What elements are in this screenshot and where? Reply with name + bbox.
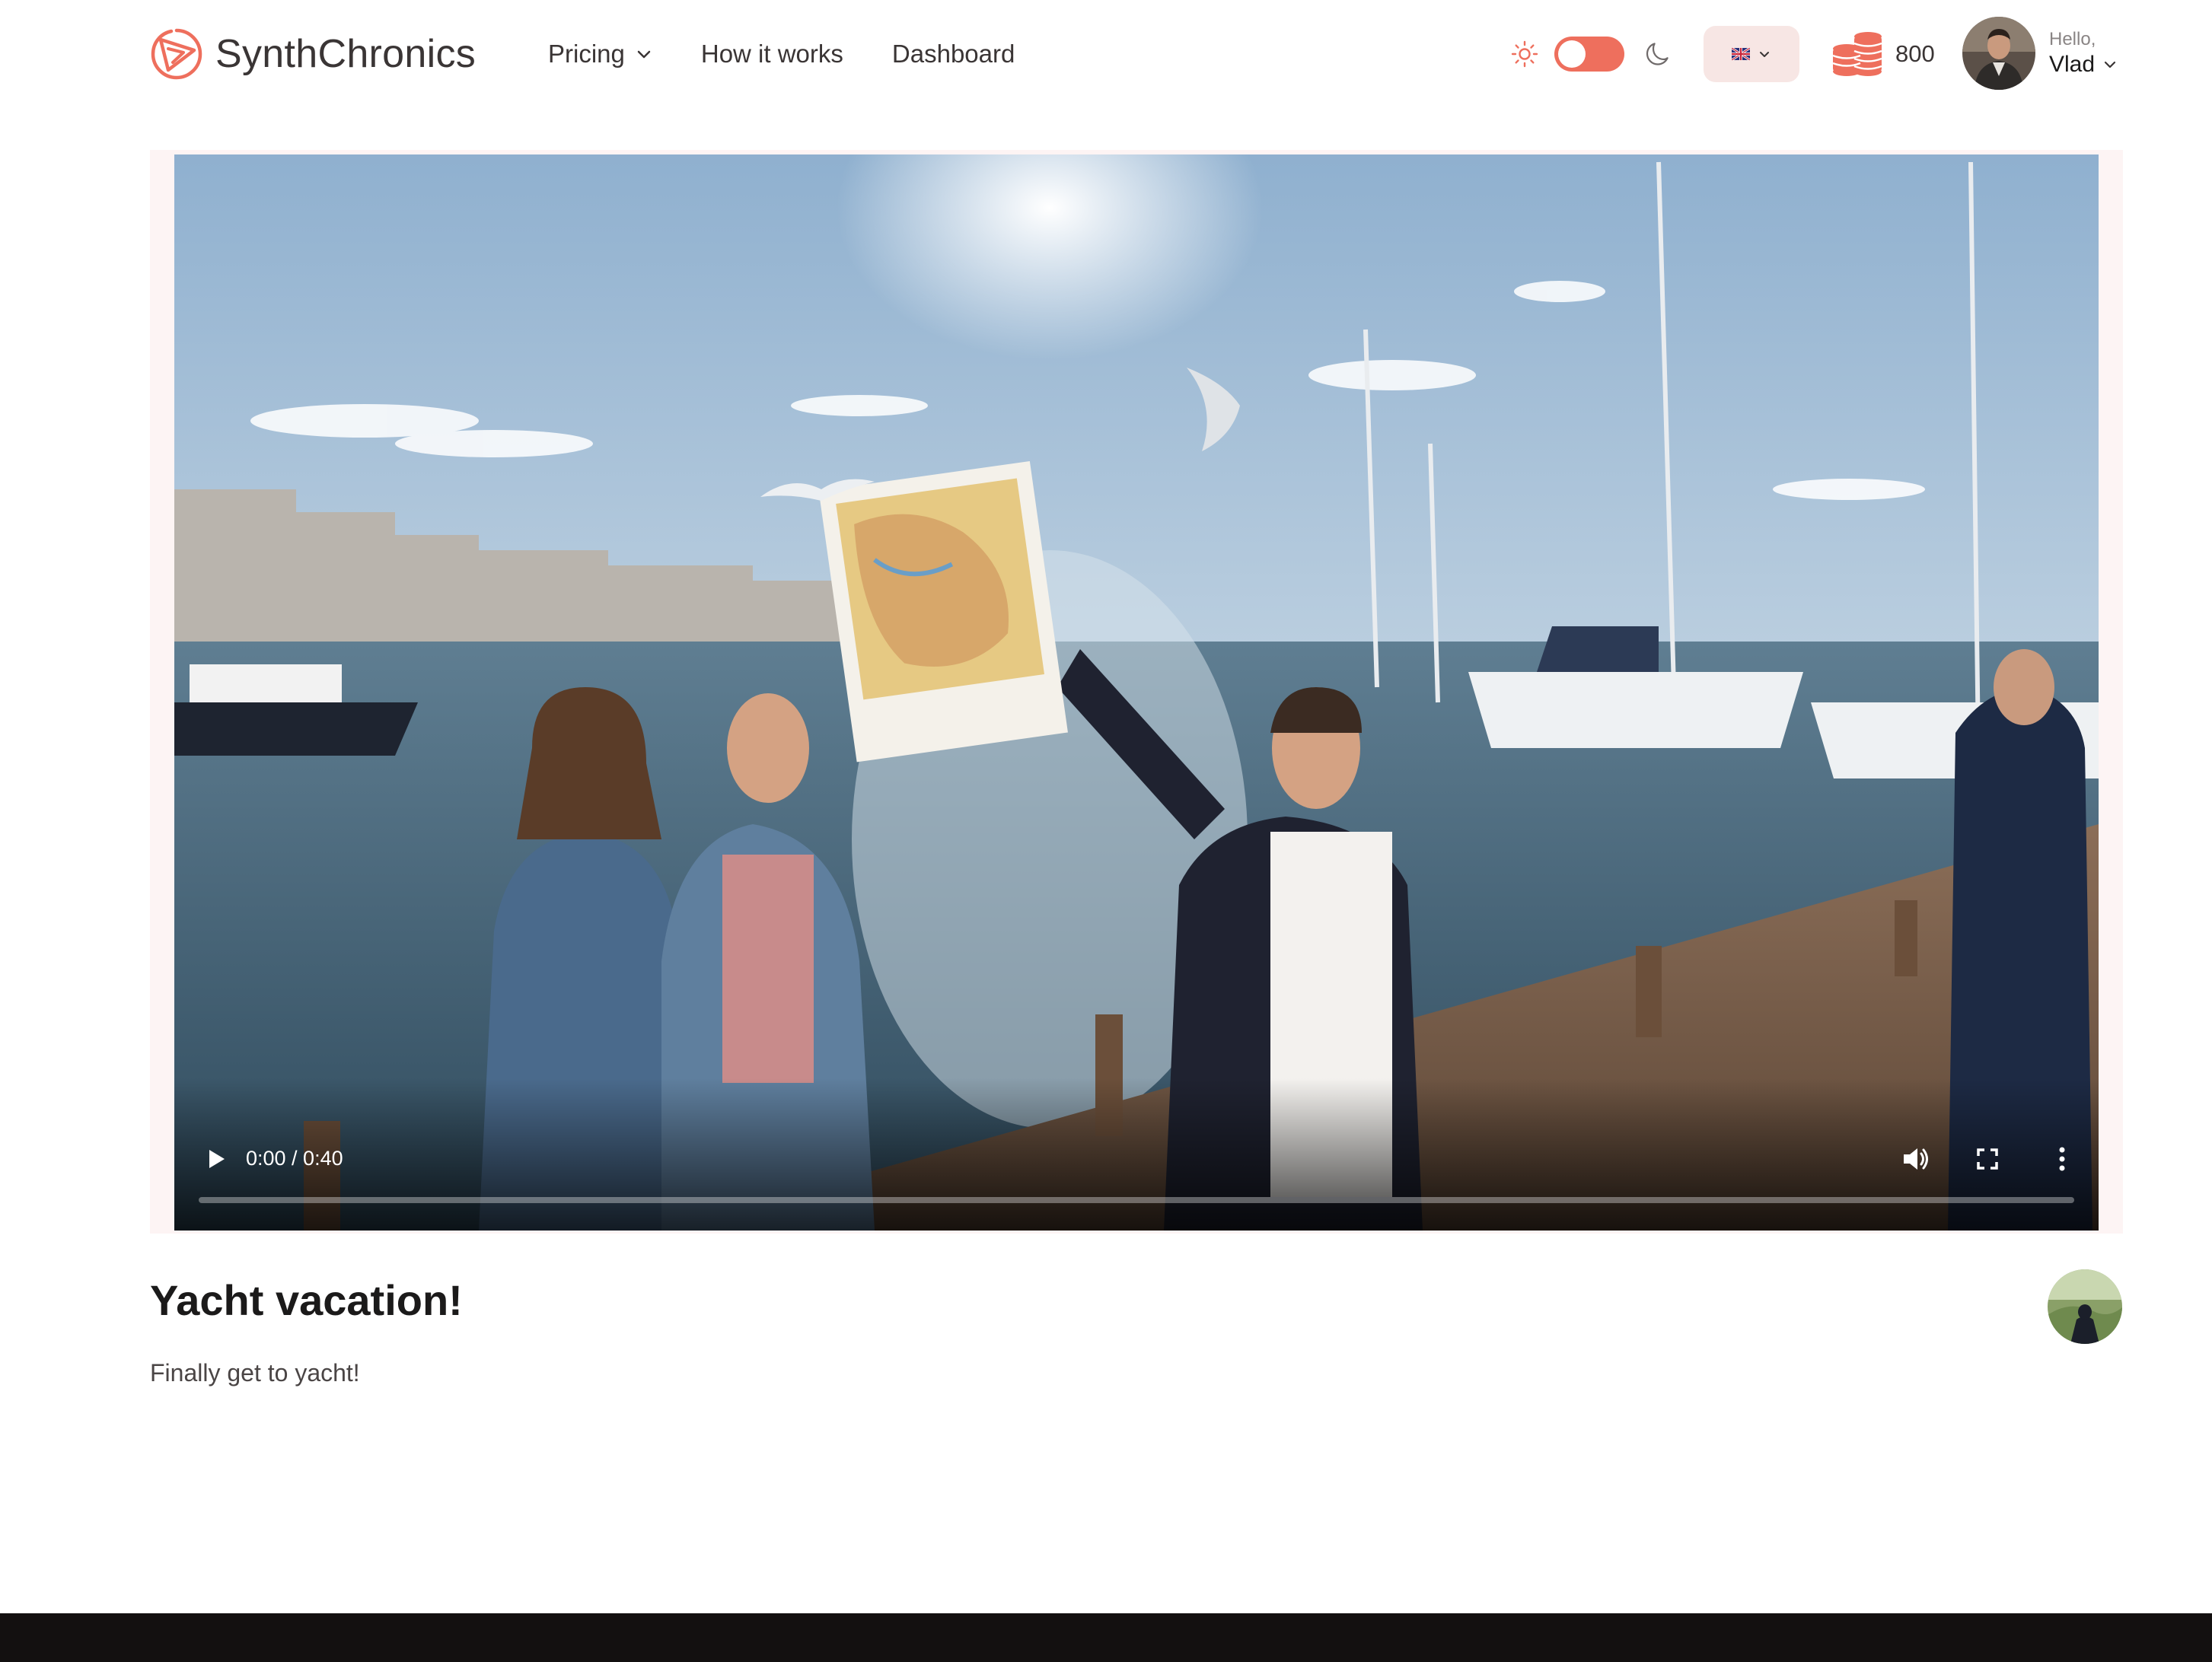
- play-icon[interactable]: [200, 1144, 231, 1174]
- more-vert-icon[interactable]: [2045, 1142, 2079, 1176]
- video-progress-bar[interactable]: [199, 1197, 2074, 1203]
- credits-balance[interactable]: 800: [1831, 30, 1935, 78]
- coins-stack-icon: [1832, 32, 1882, 76]
- nav-dashboard[interactable]: Dashboard: [892, 40, 1015, 68]
- video-title: Yacht vacation!: [150, 1276, 463, 1324]
- author-avatar[interactable]: [2048, 1269, 2122, 1344]
- username: Vlad: [2049, 52, 2096, 77]
- chevron-down-icon: [637, 50, 651, 59]
- username-row: Vlad: [2049, 51, 2118, 78]
- video-container: 0:00 / 0:40: [150, 150, 2123, 1234]
- uk-flag-icon: [1732, 48, 1750, 60]
- video-controls: 0:00 / 0:40: [174, 1078, 2099, 1231]
- video-frame-image: [174, 154, 2099, 1231]
- video-player[interactable]: 0:00 / 0:40: [174, 154, 2099, 1231]
- video-description: Finally get to yacht!: [150, 1359, 360, 1387]
- moon-icon: [1646, 43, 1669, 65]
- brand-name: SynthChronics: [215, 32, 477, 76]
- nav-dashboard-label: Dashboard: [891, 40, 1015, 68]
- synthchronics-logo-icon: [151, 28, 202, 80]
- theme-toggle-knob: [1558, 40, 1586, 68]
- nav-how-it-works-label: How it works: [700, 40, 843, 68]
- credits-value: 800: [1895, 40, 1935, 67]
- fullscreen-icon[interactable]: [1972, 1144, 2003, 1174]
- video-time: 0:00 / 0:40: [246, 1147, 343, 1170]
- user-menu[interactable]: Hello, Vlad: [1962, 17, 2118, 90]
- top-navbar: SynthChronics Pricing How it works Dashb…: [0, 0, 2212, 108]
- greeting-text: Hello,: [2049, 29, 2096, 49]
- main-nav: Pricing How it works Dashboard: [548, 33, 1063, 75]
- volume-icon[interactable]: [1899, 1142, 1933, 1176]
- language-selector[interactable]: [1704, 26, 1799, 82]
- footer: [0, 1613, 2212, 1662]
- user-greeting: Hello, Vlad: [2049, 28, 2118, 78]
- nav-pricing[interactable]: Pricing: [548, 40, 652, 68]
- avatar: [1962, 17, 2035, 90]
- nav-pricing-label: Pricing: [548, 40, 625, 68]
- chevron-down-icon: [1760, 52, 1769, 57]
- brand-logo[interactable]: SynthChronics: [150, 26, 476, 82]
- nav-how-it-works[interactable]: How it works: [701, 40, 843, 68]
- sun-icon: [1511, 40, 1538, 68]
- theme-switcher: [1510, 37, 1672, 72]
- chevron-down-icon: [2104, 61, 2116, 68]
- theme-toggle[interactable]: [1554, 37, 1624, 72]
